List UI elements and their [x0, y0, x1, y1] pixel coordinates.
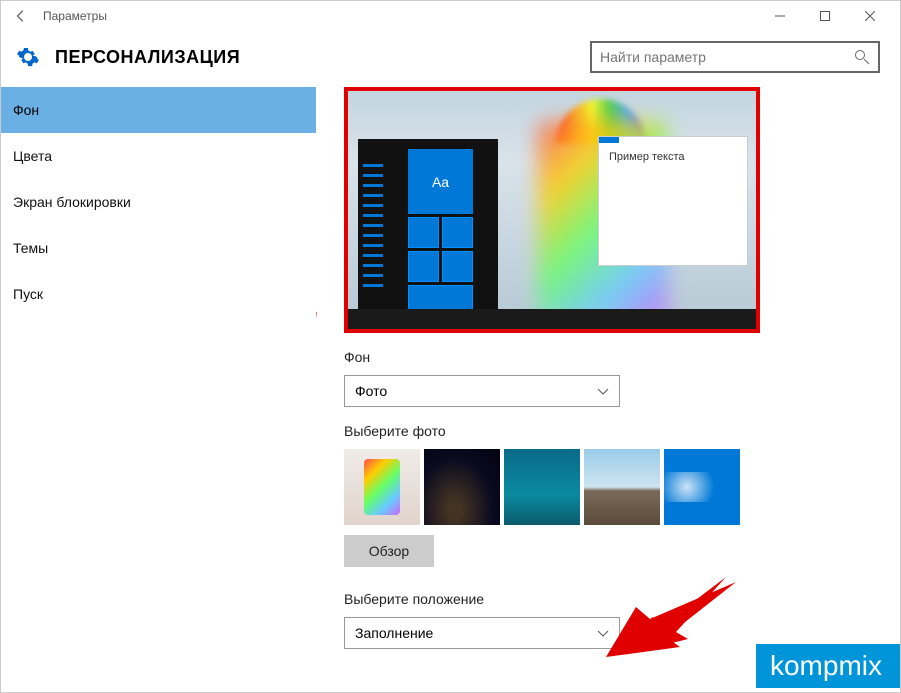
titlebar: Параметры: [1, 1, 900, 31]
search-icon: [854, 49, 870, 65]
preview-taskbar: [348, 309, 756, 329]
photo-thumb[interactable]: [584, 449, 660, 525]
page-title: ПЕРСОНАЛИЗАЦИЯ: [55, 47, 240, 68]
sidebar-item-background[interactable]: Фон: [1, 87, 316, 133]
minimize-button[interactable]: [757, 1, 802, 31]
search-container: [590, 41, 880, 73]
close-icon: [865, 11, 875, 21]
maximize-icon: [820, 11, 830, 21]
dropdown-value: Фото: [355, 383, 387, 399]
search-input[interactable]: [600, 49, 854, 65]
gear-icon: [15, 44, 41, 70]
preview-tile: [408, 251, 439, 282]
back-button[interactable]: [9, 4, 33, 28]
photo-thumb[interactable]: [504, 449, 580, 525]
chevron-down-icon: [597, 383, 609, 399]
preview-tile: [408, 217, 439, 248]
dropdown-value: Заполнение: [355, 625, 433, 641]
main-panel: Aa Пример текста Фон: [316, 87, 900, 688]
sidebar-item-lockscreen[interactable]: Экран блокировки: [1, 179, 316, 225]
sidebar-item-label: Фон: [13, 102, 39, 118]
watermark-text: kompmix: [770, 650, 882, 681]
header: ПЕРСОНАЛИЗАЦИЯ: [1, 31, 900, 87]
fit-dropdown[interactable]: Заполнение: [344, 617, 620, 649]
window-controls: [757, 1, 892, 31]
close-button[interactable]: [847, 1, 892, 31]
photo-thumb[interactable]: [664, 449, 740, 525]
sidebar-item-themes[interactable]: Темы: [1, 225, 316, 271]
watermark: kompmix: [756, 644, 900, 688]
preview-sample-window: Пример текста: [598, 136, 748, 266]
sidebar-item-label: Пуск: [13, 286, 43, 302]
arrow-left-icon: [14, 9, 28, 23]
content: Фон Цвета Экран блокировки Темы Пуск Aa: [1, 87, 900, 688]
sidebar: Фон Цвета Экран блокировки Темы Пуск: [1, 87, 316, 688]
preview-tile: [442, 251, 473, 282]
preview-start-tiles: Aa: [408, 149, 498, 304]
sidebar-item-label: Темы: [13, 240, 48, 256]
browse-button[interactable]: Обзор: [344, 535, 434, 567]
preview-start-menu: Aa: [358, 139, 498, 309]
sidebar-item-start[interactable]: Пуск: [1, 271, 316, 317]
sidebar-item-colors[interactable]: Цвета: [1, 133, 316, 179]
window-title: Параметры: [43, 9, 757, 23]
background-section-label: Фон: [344, 349, 880, 365]
sidebar-item-label: Цвета: [13, 148, 52, 164]
sidebar-item-label: Экран блокировки: [13, 194, 131, 210]
minimize-icon: [775, 11, 785, 21]
choose-photo-section-label: Выберите фото: [344, 423, 880, 439]
preview-sample-text: Пример текста: [599, 143, 747, 171]
preview-tile: [442, 217, 473, 248]
preview-start-list: [363, 164, 399, 304]
search-box[interactable]: [590, 41, 880, 73]
desktop-preview: Aa Пример текста: [344, 87, 760, 333]
photo-thumbnails: [344, 449, 880, 525]
photo-thumb[interactable]: [344, 449, 420, 525]
maximize-button[interactable]: [802, 1, 847, 31]
background-type-dropdown[interactable]: Фото: [344, 375, 620, 407]
annotation-arrow-icon: [606, 577, 736, 657]
annotation-arrow-icon: [316, 282, 321, 352]
photo-thumb[interactable]: [424, 449, 500, 525]
preview-tile-large: Aa: [408, 149, 473, 214]
